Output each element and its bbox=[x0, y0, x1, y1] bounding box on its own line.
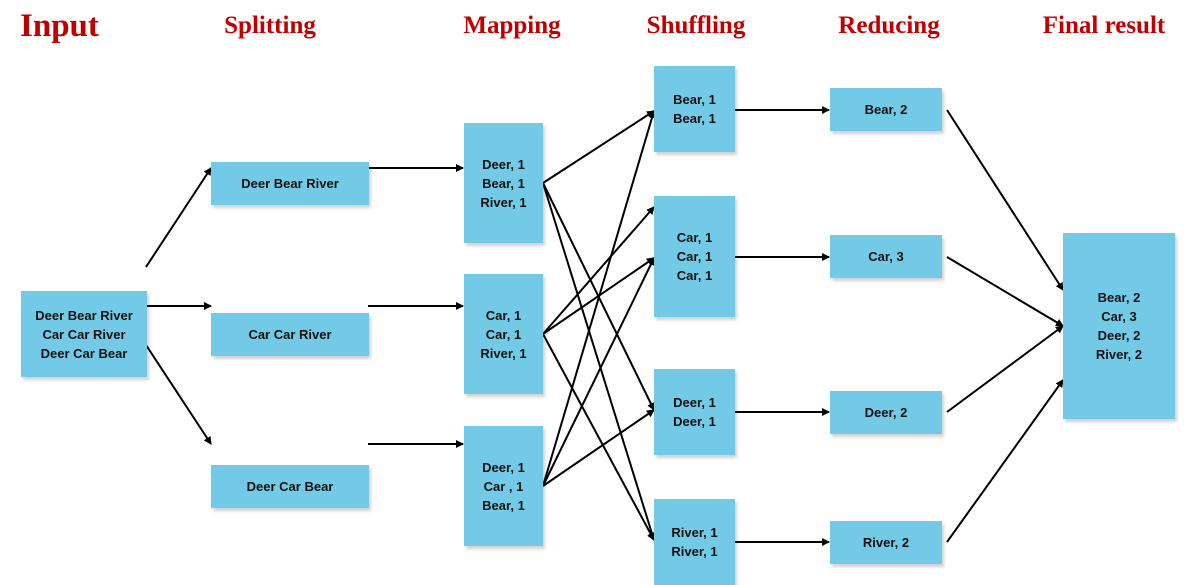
split-text: Deer Bear River bbox=[241, 176, 339, 191]
header-reducing: Reducing bbox=[838, 12, 940, 39]
shuffle-line: Car, 1 bbox=[676, 268, 713, 283]
shuffle-box: Deer, 1 Deer, 1 bbox=[654, 369, 735, 455]
reduce-text: Bear, 2 bbox=[864, 102, 908, 117]
header-shuffling: Shuffling bbox=[646, 12, 746, 39]
mapreduce-diagram: Input Splitting Mapping Shuffling Reduci… bbox=[0, 0, 1184, 585]
header-splitting: Splitting bbox=[224, 12, 316, 39]
arrow-input-split3 bbox=[145, 344, 212, 445]
shuffle-line: Car, 1 bbox=[676, 230, 713, 245]
reduce-text: River, 2 bbox=[862, 535, 910, 550]
map-line: River, 1 bbox=[480, 194, 527, 210]
reduce-text: Deer, 2 bbox=[864, 405, 908, 420]
map-line: Deer, 1 bbox=[482, 459, 525, 475]
header-input: Input bbox=[20, 8, 99, 44]
final-result-box: Bear, 2 Car, 3 Deer, 2 River, 2 bbox=[1063, 233, 1175, 419]
shuffle-line: Deer, 1 bbox=[673, 414, 716, 429]
shuffle-line: River, 1 bbox=[671, 544, 718, 559]
arrow-map1-bear bbox=[542, 110, 655, 184]
input-line: Deer Car Bear bbox=[40, 345, 128, 361]
reduce-box: River, 2 bbox=[830, 521, 942, 564]
arrow-reduce-deer-final bbox=[946, 325, 1064, 413]
map-line: Car, 1 bbox=[485, 307, 522, 323]
shuffle-line: Bear, 1 bbox=[673, 92, 716, 107]
final-line: Car, 3 bbox=[1101, 309, 1137, 324]
reduce-box: Bear, 2 bbox=[830, 88, 942, 131]
arrows-layer bbox=[145, 106, 1064, 546]
final-line: River, 2 bbox=[1095, 347, 1143, 362]
shuffle-box: River, 1 River, 1 bbox=[654, 499, 735, 585]
input-box: Deer Bear River Car Car River Deer Car B… bbox=[21, 291, 147, 377]
arrow-map3-bear bbox=[542, 110, 656, 487]
final-line: Deer, 2 bbox=[1097, 328, 1141, 343]
arrow-map2-river bbox=[542, 333, 655, 541]
map-line: Car , 1 bbox=[483, 478, 524, 494]
split-text: Deer Car Bear bbox=[246, 479, 334, 494]
final-line: Bear, 2 bbox=[1097, 290, 1141, 305]
map-line: River, 1 bbox=[480, 345, 527, 361]
shuffle-box: Car, 1 Car, 1 Car, 1 bbox=[654, 196, 735, 317]
map-line: Bear, 1 bbox=[482, 497, 525, 513]
arrow-map3-car bbox=[542, 257, 655, 487]
map-line: Car, 1 bbox=[485, 326, 522, 342]
shuffle-line: Deer, 1 bbox=[673, 395, 716, 410]
map-line: Bear, 1 bbox=[482, 175, 525, 191]
map-line: Deer, 1 bbox=[482, 156, 525, 172]
input-line: Car Car River bbox=[42, 326, 126, 342]
arrow-input-split1 bbox=[145, 167, 212, 268]
arrow-reduce-bear-final bbox=[946, 109, 1064, 291]
reduce-box: Deer, 2 bbox=[830, 391, 942, 434]
split-text: Car Car River bbox=[248, 327, 332, 342]
arrow-reduce-car-final bbox=[946, 256, 1064, 327]
split-box: Car Car River bbox=[211, 313, 369, 356]
map-box: Deer, 1 Car , 1 Bear, 1 bbox=[464, 426, 543, 546]
shuffle-line: Bear, 1 bbox=[673, 111, 716, 126]
header-mapping: Mapping bbox=[463, 12, 561, 39]
arrow-map3-deer bbox=[542, 409, 655, 487]
map-box: Deer, 1 Bear, 1 River, 1 bbox=[464, 123, 543, 243]
input-line: Deer Bear River bbox=[35, 307, 133, 323]
shuffle-line: River, 1 bbox=[671, 525, 718, 540]
map-box: Car, 1 Car, 1 River, 1 bbox=[464, 274, 543, 394]
arrow-map1-river bbox=[542, 182, 656, 541]
reduce-box: Car, 3 bbox=[830, 235, 942, 278]
split-box: Deer Car Bear bbox=[211, 465, 369, 508]
header-final-result: Final result bbox=[1042, 12, 1166, 39]
split-box: Deer Bear River bbox=[211, 162, 369, 205]
arrow-reduce-river-final bbox=[946, 379, 1064, 543]
reduce-text: Car, 3 bbox=[868, 249, 904, 264]
shuffle-box: Bear, 1 Bear, 1 bbox=[654, 66, 735, 152]
shuffle-line: Car, 1 bbox=[676, 249, 713, 264]
